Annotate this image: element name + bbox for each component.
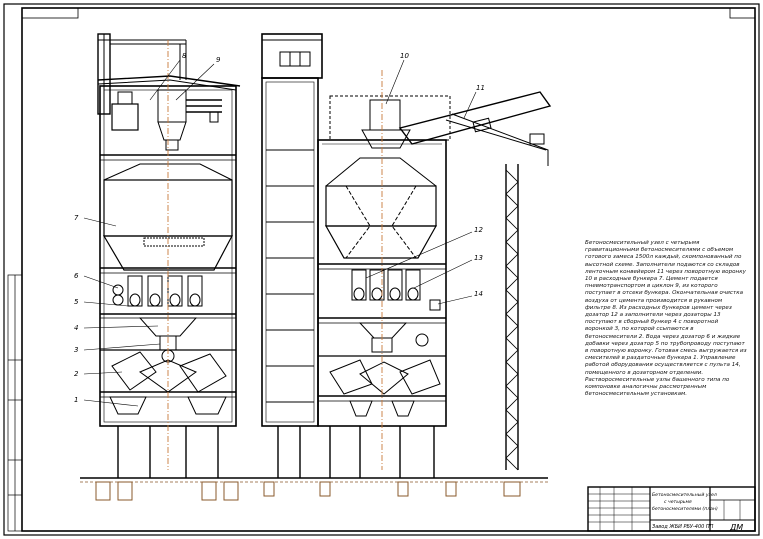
callout-1: 1 <box>74 396 78 404</box>
drawing-description: Бетоносмесительный узел с четырьмя грави… <box>585 240 747 398</box>
callout-12: 12 <box>474 226 483 234</box>
callout-11: 11 <box>476 84 485 92</box>
left-margin-strip <box>7 274 23 532</box>
organization-label: Завод ЖБИ РБУ-400 ПП <box>652 524 714 530</box>
title-line-3: бетоносмесителями (план) <box>652 506 718 512</box>
callout-6: 6 <box>74 272 79 280</box>
callout-14: 14 <box>474 290 483 298</box>
ground-and-foundations <box>80 477 548 501</box>
stamp-top-left <box>21 7 79 19</box>
callout-4: 4 <box>74 324 78 332</box>
conveyor-lattice-support <box>505 164 519 471</box>
callout-2: 2 <box>74 370 79 378</box>
stamp-top-right <box>729 7 756 19</box>
left-section-view <box>97 33 241 478</box>
callout-8: 8 <box>182 52 187 60</box>
callout-5: 5 <box>74 298 79 306</box>
title-line-2: с четырьмя <box>664 500 692 505</box>
right-section-view <box>261 33 552 478</box>
callout-9: 9 <box>216 56 221 64</box>
callout-3: 3 <box>74 346 78 354</box>
callout-13: 13 <box>474 254 483 262</box>
left-callouts: 8 9 7 6 5 4 3 2 1 <box>74 52 221 404</box>
sheet-code: ДМ <box>729 523 743 532</box>
right-callout-leaders <box>365 59 477 305</box>
right-callouts: 10 11 12 13 14 <box>400 52 485 298</box>
title-line-1: Бетоносмесительный узел <box>652 492 717 498</box>
callout-10: 10 <box>400 52 409 60</box>
callout-7: 7 <box>74 214 79 222</box>
